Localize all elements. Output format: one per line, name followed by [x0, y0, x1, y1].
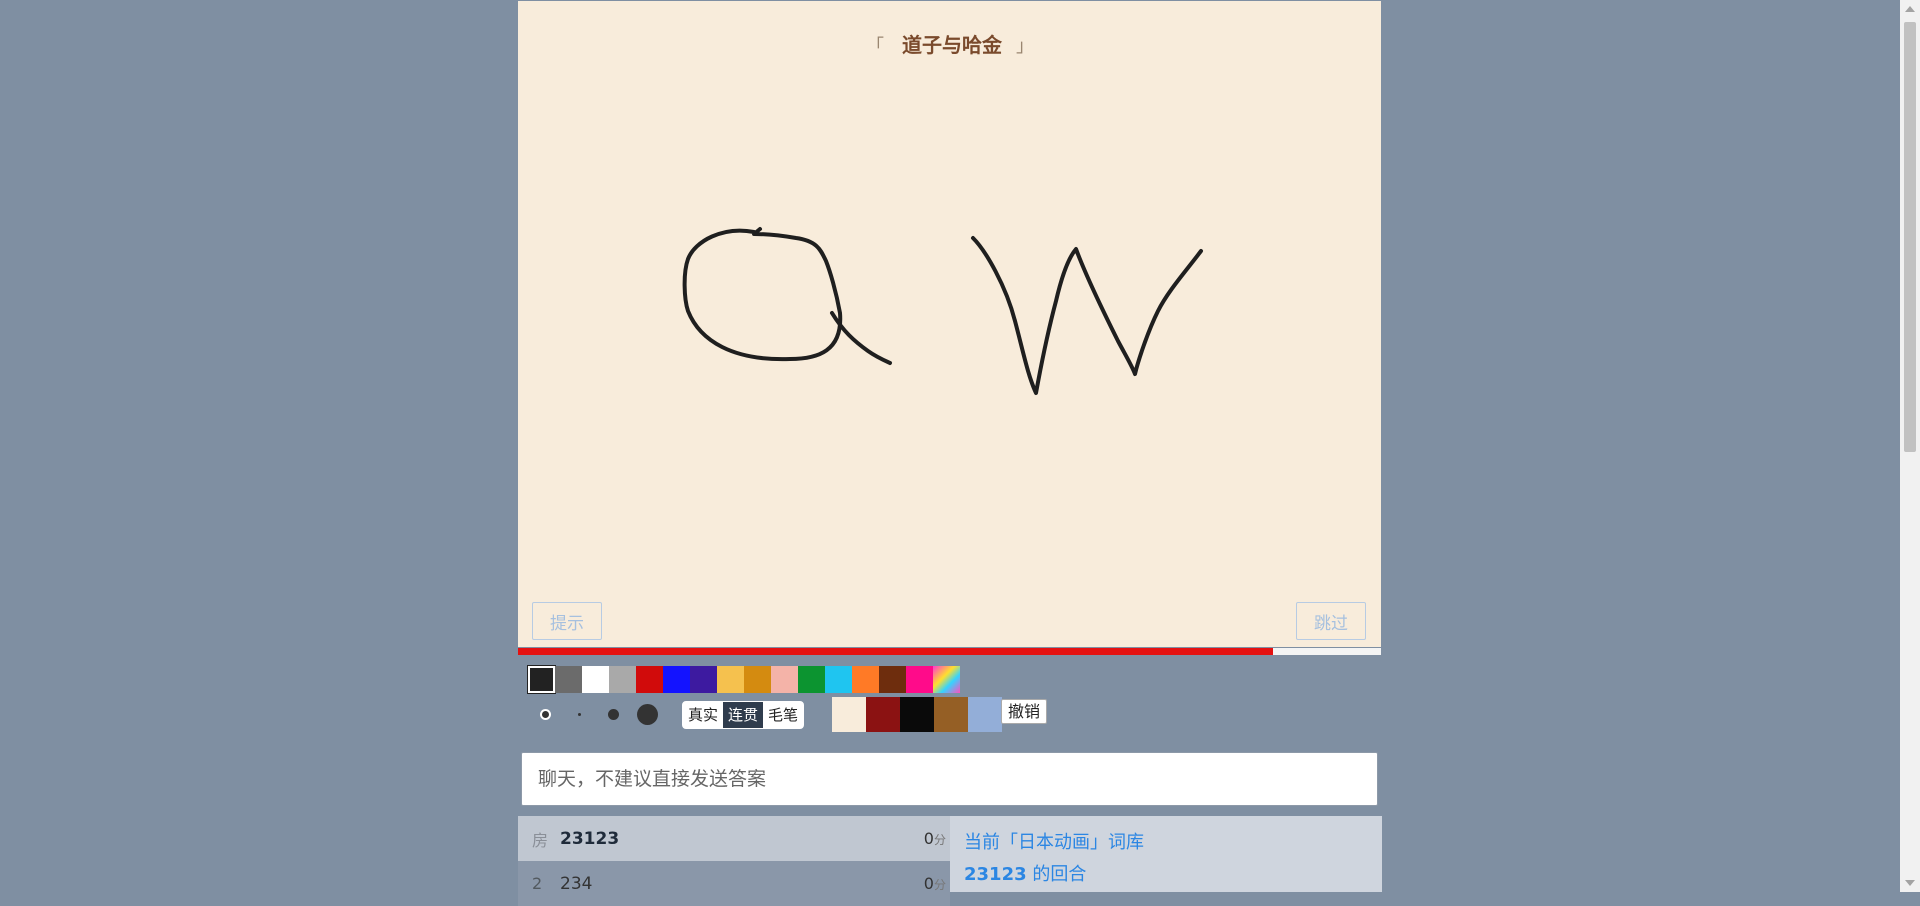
scroll-up-arrow-icon[interactable] [1905, 6, 1915, 12]
color-swatch[interactable] [636, 666, 663, 693]
color-swatch[interactable] [690, 666, 717, 693]
scrollbar-thumb[interactable] [1904, 22, 1916, 452]
timer-progress-fill [518, 648, 1274, 655]
brush-size-tiny-icon[interactable] [562, 697, 596, 732]
player-rank: 房 [532, 830, 549, 850]
player-row[interactable]: 房 23123 0分 [518, 816, 950, 861]
background-color-swatch[interactable] [900, 697, 934, 732]
chat-input[interactable] [521, 752, 1378, 806]
hint-button[interactable]: 提示 [532, 602, 602, 640]
player-list: 房 23123 0分 2 234 0分 [518, 816, 950, 906]
drawing-canvas[interactable]: 「道子与哈金」 提示 跳过 [518, 1, 1381, 647]
undo-button[interactable]: 撤销 [1001, 699, 1048, 724]
color-swatch[interactable] [527, 665, 556, 694]
brush-size-medium-icon[interactable] [596, 697, 630, 732]
game-info-panel: 当前「日本动画」词库 23123 的回合 [950, 816, 1382, 892]
stroke-letter-w [971, 236, 1203, 395]
color-swatch[interactable] [906, 666, 933, 693]
color-swatch[interactable] [879, 666, 906, 693]
color-swatch[interactable] [852, 666, 879, 693]
turn-info: 23123 的回合 [964, 864, 1087, 885]
background-color-swatch[interactable] [934, 697, 968, 732]
drawing-strokes [682, 227, 1203, 395]
player-name: 234 [560, 873, 593, 894]
skip-button[interactable]: 跳过 [1296, 602, 1366, 640]
brush-tools: 真实 连贯 毛笔 撤销 [518, 697, 1382, 732]
background-color-swatch[interactable] [866, 697, 900, 732]
color-swatch[interactable] [663, 666, 690, 693]
color-swatch[interactable] [771, 666, 798, 693]
brush-size-small-icon[interactable] [528, 697, 562, 732]
color-swatch[interactable] [582, 666, 609, 693]
player-score: 0分 [923, 874, 946, 893]
stroke-letter-q-body [682, 227, 843, 362]
color-swatch[interactable] [744, 666, 771, 693]
color-swatch-rainbow[interactable] [933, 666, 960, 693]
mode-brush[interactable]: 毛笔 [763, 702, 804, 728]
player-score: 0分 [923, 829, 946, 848]
background-palette [832, 697, 1002, 732]
player-row[interactable]: 2 234 0分 [518, 861, 950, 906]
game-area: 「道子与哈金」 提示 跳过 真实 连贯 毛笔 撤销 房 [518, 0, 1382, 906]
mode-realistic[interactable]: 真实 [683, 702, 724, 728]
page-scrollbar[interactable] [1900, 0, 1920, 892]
scroll-down-arrow-icon[interactable] [1905, 880, 1915, 886]
color-swatch[interactable] [717, 666, 744, 693]
background-color-swatch[interactable] [832, 697, 866, 732]
color-swatch[interactable] [555, 666, 582, 693]
mode-smooth[interactable]: 连贯 [723, 702, 764, 728]
brush-size-large-icon[interactable] [630, 697, 664, 732]
player-rank: 2 [532, 874, 543, 893]
wordbank-info: 当前「日本动画」词库 [964, 832, 1144, 853]
color-palette [527, 665, 960, 694]
color-swatch[interactable] [609, 666, 636, 693]
timer-progress-track [518, 648, 1381, 655]
color-swatch[interactable] [825, 666, 852, 693]
player-name: 23123 [560, 828, 620, 849]
stroke-mode-group: 真实 连贯 毛笔 [682, 701, 805, 729]
background-color-swatch[interactable] [968, 697, 1002, 732]
color-swatch[interactable] [798, 666, 825, 693]
